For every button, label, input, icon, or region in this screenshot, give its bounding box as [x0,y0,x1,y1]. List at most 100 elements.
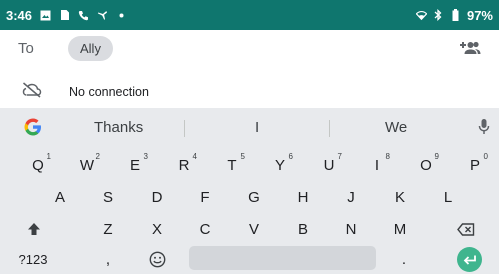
bluetooth-icon [433,9,444,21]
period-key[interactable]: . [384,244,424,274]
key-label: O [420,156,432,174]
key-label: E [129,156,140,174]
key-e[interactable]: E3 [115,150,155,180]
suggestion-1[interactable]: Thanks [94,119,143,136]
key-l[interactable]: L [428,182,468,212]
phone-icon [78,10,89,21]
key-t[interactable]: T5 [212,150,252,180]
backspace-key[interactable] [446,214,486,244]
key-q[interactable]: Q1 [18,150,58,180]
key-label: J [347,188,355,206]
key-label: R [178,156,190,174]
key-label: M [393,220,407,238]
key-p[interactable]: P0 [455,150,495,180]
suggestion-divider [184,120,185,137]
dot-icon [116,10,127,21]
suggestion-3[interactable]: We [385,119,407,136]
key-u[interactable]: U7 [309,150,349,180]
key-label: Z [103,220,113,238]
key-f[interactable]: F [185,182,225,212]
key-z[interactable]: Z [88,214,128,244]
airplane-call-icon [97,10,108,21]
key-o[interactable]: O9 [406,150,446,180]
key-b[interactable]: B [283,214,323,244]
key-hint: 8 [385,152,390,161]
key-hint: 5 [240,152,245,161]
key-hint: 9 [434,152,439,161]
microphone-icon[interactable] [478,118,490,136]
key-label: I [374,156,380,174]
backspace-icon [457,222,475,236]
key-r[interactable]: R4 [164,150,204,180]
key-x[interactable]: X [137,214,177,244]
emoji-icon [149,251,165,267]
key-label: L [443,188,453,206]
key-label: A [54,188,65,206]
status-bar: 3:46 97% [0,0,499,30]
key-w[interactable]: W2 [67,150,107,180]
image-icon [40,10,51,21]
status-right-group: 97% [415,7,493,23]
wifi-icon [415,10,427,21]
key-c[interactable]: C [185,214,225,244]
key-h[interactable]: H [283,182,323,212]
status-time: 3:46 [6,7,33,23]
enter-icon [463,255,476,265]
key-label: U [323,156,335,174]
key-hint: 3 [143,152,148,161]
shift-key[interactable] [14,214,54,244]
key-label: C [199,220,211,238]
key-j[interactable]: J [331,182,371,212]
google-logo-icon[interactable] [23,117,43,137]
battery-icon [450,9,461,21]
emoji-key[interactable] [137,244,177,274]
comma-key[interactable]: , [88,244,128,274]
key-label: S [102,188,113,206]
key-i[interactable]: I8 [357,150,397,180]
to-label: To [18,39,34,57]
space-bar[interactable] [189,246,376,270]
enter-key[interactable] [457,247,482,272]
sim-icon [59,10,70,21]
key-label: Q [32,156,44,174]
key-v[interactable]: V [234,214,274,244]
key-hint: 1 [46,152,51,161]
key-s[interactable]: S [88,182,128,212]
key-a[interactable]: A [40,182,80,212]
key-hint: 6 [288,152,293,161]
suggestion-2[interactable]: I [255,119,259,136]
key-g[interactable]: G [234,182,274,212]
key-label: Y [274,156,285,174]
key-label: W [79,156,95,174]
keyboard: Thanks I We Q1 W2 E3 R4 T5 Y6 U7 I8 O9 P… [0,108,499,274]
key-label: D [151,188,163,206]
key-label: P [469,156,480,174]
key-m[interactable]: M [380,214,420,244]
add-people-icon[interactable] [459,40,481,56]
key-label: B [297,220,308,238]
status-left-group: 3:46 [6,8,127,23]
key-k[interactable]: K [380,182,420,212]
key-d[interactable]: D [137,182,177,212]
key-label: T [227,156,237,174]
battery-percent: 97% [466,7,493,23]
connection-status-text: No connection [69,85,149,99]
key-label: X [151,220,162,238]
key-y[interactable]: Y6 [260,150,300,180]
suggestion-divider [329,120,330,137]
key-label: K [394,188,405,206]
suggestion-strip: Thanks I We [0,114,499,142]
key-label: H [297,188,309,206]
recipient-row: To Ally [0,30,499,66]
key-n[interactable]: N [331,214,371,244]
key-label: G [248,188,260,206]
connection-status-row: No connection [0,78,499,106]
cloud-off-icon [22,81,42,103]
key-hint: 4 [192,152,197,161]
recipient-chip[interactable]: Ally [68,35,113,61]
key-label: . [401,250,407,268]
key-label: , [105,250,111,268]
shift-icon [28,223,40,235]
numbers-key[interactable]: ?123 [13,244,53,274]
key-hint: 7 [337,152,342,161]
